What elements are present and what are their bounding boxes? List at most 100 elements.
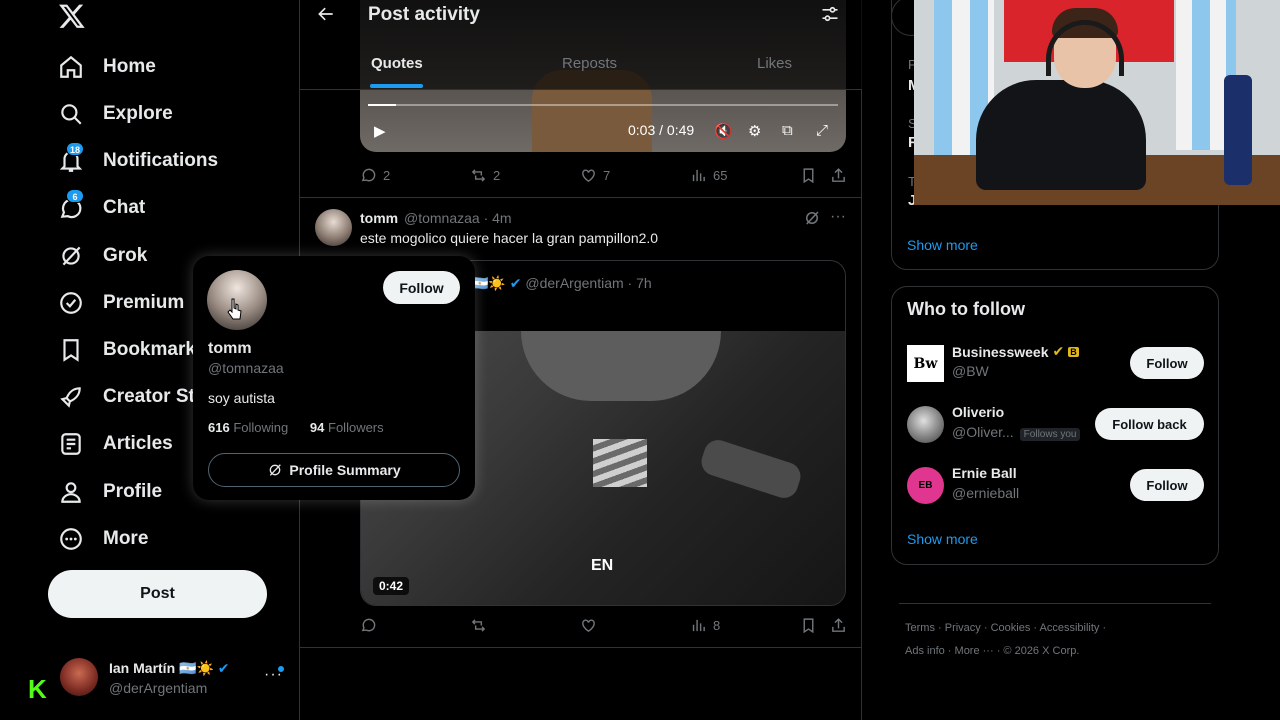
divider <box>899 603 1211 604</box>
follow-button[interactable]: Follow <box>1130 469 1204 501</box>
profile-bio: soy autista <box>208 390 275 406</box>
page-title: Post activity <box>368 4 480 25</box>
quoted-post-header: 🇦🇷☀️ ✔ @derArgentiam · 7h <box>471 275 652 292</box>
nav-label: Notifications <box>103 150 219 171</box>
account-handle: @derArgentiam <box>109 680 208 696</box>
mute-icon[interactable]: 🔇 <box>714 122 733 140</box>
active-tab-indicator <box>370 84 423 88</box>
footer-link-more[interactable]: More ··· <box>955 645 994 657</box>
tweet-text: este mogolico quiere hacer la gran pampi… <box>360 230 659 246</box>
footer-link-privacy[interactable]: Privacy <box>945 622 981 634</box>
thermos <box>1224 75 1252 185</box>
nav-premium[interactable]: Premium <box>58 288 184 318</box>
nav-notifications[interactable]: 18 Notifications <box>58 142 219 176</box>
nav-label: Grok <box>103 245 148 266</box>
repost-icon <box>471 169 486 182</box>
post-button[interactable]: Post <box>48 570 267 618</box>
video-progress[interactable] <box>368 104 838 106</box>
grok-icon <box>62 246 81 266</box>
nav-bookmarks[interactable]: Bookmarks <box>58 335 207 365</box>
tweet-author-handle[interactable]: @tomnazaa · 4m <box>404 210 512 226</box>
streamer-body <box>976 80 1146 190</box>
show-more-link[interactable]: Show more <box>907 237 978 253</box>
tab-likes[interactable]: Likes <box>757 55 792 72</box>
cursor-icon <box>227 298 242 320</box>
suggestion-name: Ernie Ball <box>952 465 1017 481</box>
reply-button[interactable] <box>360 617 377 634</box>
follow-button[interactable]: Follow <box>383 271 460 304</box>
like-button[interactable] <box>580 617 597 634</box>
premium-icon <box>60 292 82 314</box>
nav-label: Articles <box>103 433 173 454</box>
footer-link-ads-info[interactable]: Ads info <box>905 645 945 657</box>
suggestion-handle: @Oliver... Follows you <box>952 424 1081 441</box>
nav-explore[interactable]: Explore <box>58 99 173 129</box>
nav-home[interactable]: Home <box>58 52 156 82</box>
share-icon <box>832 168 845 182</box>
views-button[interactable]: 8 <box>690 617 720 634</box>
more-dots-icon[interactable]: ··· <box>830 208 846 226</box>
tab-quotes[interactable]: Quotes <box>371 55 423 72</box>
footer-link-cookies[interactable]: Cookies <box>991 622 1031 634</box>
follow-suggestion[interactable]: EB Ernie Ball @ernieball Follow <box>892 463 1220 507</box>
account-name: Ian Martín 🇦🇷☀️ ✔ <box>109 660 230 676</box>
back-arrow-icon[interactable] <box>316 4 336 24</box>
grok-icon[interactable] <box>803 209 821 227</box>
nav-label: Chat <box>103 197 146 218</box>
verified-icon: ✔ <box>217 660 230 676</box>
avatar[interactable] <box>907 406 944 443</box>
pip-icon[interactable]: ⧉ <box>782 122 793 139</box>
like-button[interactable]: 7 <box>580 167 610 184</box>
nav-chat[interactable]: 6 Chat <box>58 189 146 223</box>
nav-label: Profile <box>103 481 163 502</box>
share-button[interactable] <box>830 617 847 634</box>
nav-grok[interactable]: Grok <box>58 241 147 271</box>
play-icon[interactable]: ▶ <box>374 122 386 140</box>
views-button[interactable]: 65 <box>690 167 727 184</box>
verified-icon: ✔ <box>509 275 522 291</box>
followers-link[interactable]: 94 Followers <box>310 420 384 435</box>
reply-button[interactable]: 2 <box>360 167 390 184</box>
follow-suggestion[interactable]: Bw Businessweek ✔ B @BW Follow <box>892 341 1220 385</box>
nav-label: Explore <box>103 103 173 124</box>
profile-handle[interactable]: @tomnazaa <box>208 360 284 376</box>
footer-link-accessibility[interactable]: Accessibility <box>1040 622 1100 634</box>
nav-articles[interactable]: Articles <box>58 429 173 459</box>
footer-link-terms[interactable]: Terms <box>905 622 935 634</box>
home-icon <box>60 55 82 78</box>
who-to-follow-panel: Who to follow Bw Businessweek ✔ B @BW Foll… <box>891 286 1219 565</box>
x-logo-icon[interactable] <box>58 2 86 30</box>
verified-gold-icon: ✔ <box>1052 343 1065 359</box>
affiliate-badge-icon: B <box>1068 346 1079 357</box>
video-controls: ▶ 0:03 / 0:49 🔇 ⚙ ⧉ ⤢ <box>360 100 846 152</box>
settings-gear-icon[interactable]: ⚙ <box>748 122 761 140</box>
follow-suggestion[interactable]: Oliverio @Oliver... Follows you Follow ba… <box>892 402 1220 446</box>
video-duration: 0:42 <box>373 577 410 595</box>
repost-button[interactable]: 2 <box>470 167 500 184</box>
video-collar-insignia <box>593 439 647 487</box>
nav-label: More <box>103 528 149 549</box>
avatar[interactable]: Bw <box>907 345 944 382</box>
bookmark-button[interactable] <box>800 167 817 184</box>
profile-summary-button[interactable]: Profile Summary <box>208 453 460 487</box>
following-link[interactable]: 616 Following <box>208 420 288 435</box>
nav-more[interactable]: More <box>58 524 148 554</box>
share-button[interactable] <box>830 167 847 184</box>
filter-settings-icon[interactable] <box>820 4 840 24</box>
tab-reposts[interactable]: Reposts <box>562 55 617 72</box>
avatar[interactable] <box>315 209 352 246</box>
tweet-author-name[interactable]: tomm <box>360 210 398 226</box>
avatar[interactable]: EB <box>907 467 944 504</box>
bookmark-button[interactable] <box>800 617 817 634</box>
follow-button[interactable]: Follow <box>1130 347 1204 379</box>
repost-button[interactable] <box>470 617 487 634</box>
nav-label: Home <box>103 56 156 77</box>
views-icon <box>692 619 705 632</box>
quoted-author-name: 🇦🇷☀️ <box>471 275 506 291</box>
show-more-link[interactable]: Show more <box>907 531 978 547</box>
account-switcher[interactable]: Ian Martín 🇦🇷☀️ ✔ @derArgentiam ··· <box>60 658 290 698</box>
fullscreen-icon[interactable]: ⤢ <box>816 122 828 139</box>
follow-back-button[interactable]: Follow back <box>1095 408 1204 440</box>
nav-profile[interactable]: Profile <box>58 477 162 507</box>
profile-name[interactable]: tomm <box>208 340 252 358</box>
